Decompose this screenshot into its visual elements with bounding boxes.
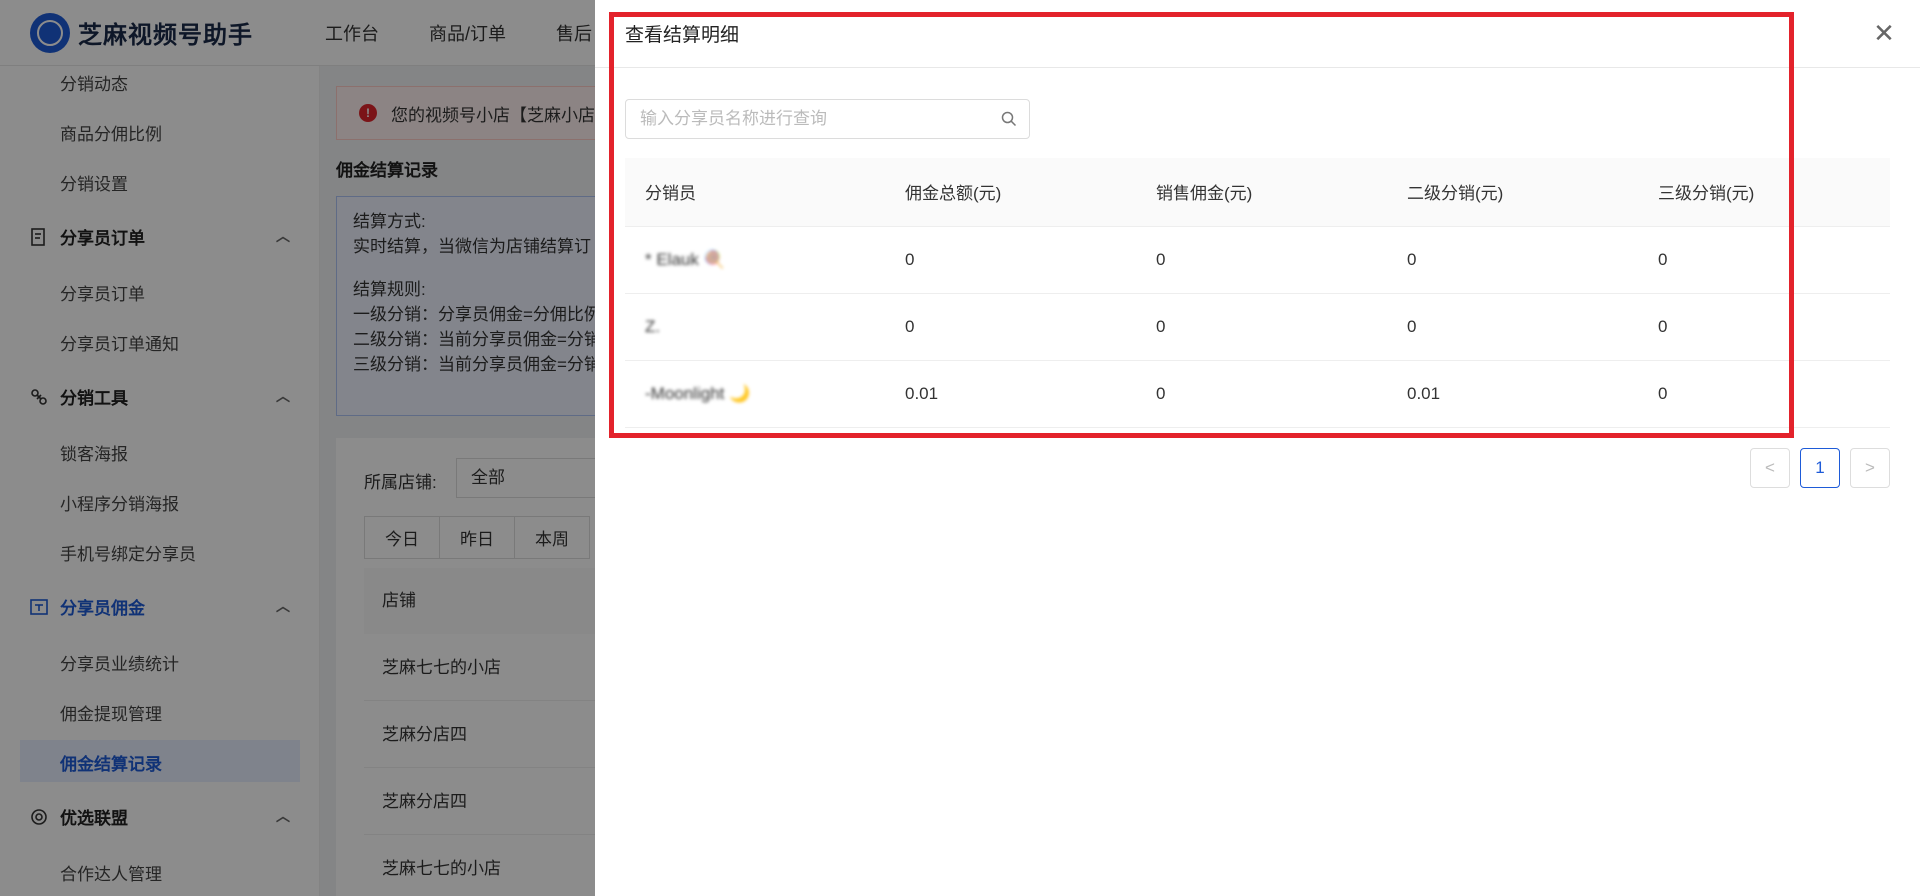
table-row: Z. 0 0 0 0 <box>625 293 1890 361</box>
close-icon[interactable]: ✕ <box>1872 20 1896 46</box>
sales-commission: 0 <box>1136 360 1387 428</box>
col-sales-commission: 销售佣金(元) <box>1136 158 1387 227</box>
sharer-search-box <box>625 99 1030 139</box>
search-icon[interactable] <box>989 111 1029 127</box>
level3-commission: 0 <box>1638 226 1890 294</box>
sales-commission: 0 <box>1136 226 1387 294</box>
level2-commission: 0.01 <box>1387 360 1638 428</box>
distributor-name: -Moonlight 🌙 <box>625 360 885 428</box>
total-commission: 0 <box>885 226 1136 294</box>
level3-commission: 0 <box>1638 293 1890 361</box>
level3-commission: 0 <box>1638 360 1890 428</box>
table-row: * Elauk 🍭 0 0 0 0 <box>625 226 1890 294</box>
total-commission: 0.01 <box>885 360 1136 428</box>
level2-commission: 0 <box>1387 226 1638 294</box>
next-page-icon[interactable]: > <box>1850 448 1890 488</box>
settlement-detail-drawer: 查看结算明细 ✕ 分销员 佣金总额(元) 销售佣金(元) 二级分销(元) 三级分… <box>595 0 1920 896</box>
table-header-row: 分销员 佣金总额(元) 销售佣金(元) 二级分销(元) 三级分销(元) <box>625 158 1890 227</box>
pagination: < 1 > <box>1740 448 1890 488</box>
search-input[interactable] <box>640 109 989 129</box>
drawer-title: 查看结算明细 <box>625 25 740 46</box>
total-commission: 0 <box>885 293 1136 361</box>
col-total-commission: 佣金总额(元) <box>885 158 1136 227</box>
settlement-detail-table: 分销员 佣金总额(元) 销售佣金(元) 二级分销(元) 三级分销(元) * El… <box>625 158 1890 428</box>
distributor-name: Z. <box>625 293 885 361</box>
prev-page-icon[interactable]: < <box>1750 448 1790 488</box>
col-level2: 二级分销(元) <box>1387 158 1638 227</box>
distributor-name: * Elauk 🍭 <box>625 226 885 294</box>
level2-commission: 0 <box>1387 293 1638 361</box>
col-distributor: 分销员 <box>625 158 885 227</box>
drawer-header: 查看结算明细 <box>595 0 1920 68</box>
col-level3: 三级分销(元) <box>1638 158 1890 227</box>
page-number-current[interactable]: 1 <box>1800 448 1840 488</box>
sales-commission: 0 <box>1136 293 1387 361</box>
table-row: -Moonlight 🌙 0.01 0 0.01 0 <box>625 360 1890 428</box>
